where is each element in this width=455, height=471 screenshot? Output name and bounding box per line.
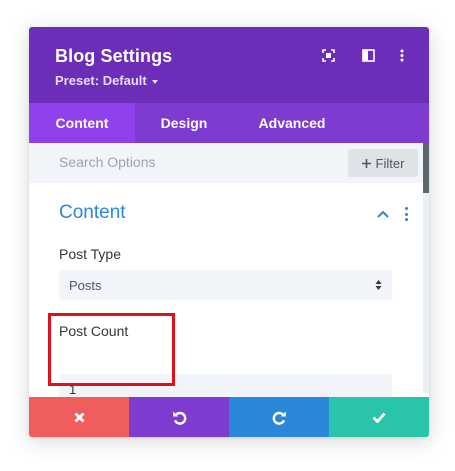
scrollbar[interactable] <box>423 143 429 393</box>
scrollbar-thumb[interactable] <box>423 143 429 193</box>
modal-title: Blog Settings <box>55 46 173 66</box>
select-arrows-icon <box>375 280 382 290</box>
action-footer <box>29 397 429 437</box>
search-input[interactable]: Search Options <box>59 154 156 170</box>
tab-content[interactable]: Content <box>29 103 135 143</box>
split-view-icon[interactable] <box>360 47 376 63</box>
post-type-label: Post Type <box>59 246 122 262</box>
chevron-up-icon[interactable] <box>376 207 390 221</box>
redo-icon <box>272 411 286 425</box>
search-bar: Search Options Filter <box>29 143 423 183</box>
check-icon <box>372 412 386 423</box>
caret-down-icon <box>151 79 158 84</box>
post-type-value: Posts <box>69 277 102 293</box>
fullscreen-icon[interactable] <box>320 47 336 63</box>
undo-button[interactable] <box>129 397 229 437</box>
preset-selector[interactable]: Preset: Default <box>55 73 158 88</box>
close-icon <box>73 411 85 423</box>
more-options-icon[interactable] <box>394 47 410 63</box>
post-type-select[interactable]: Posts <box>59 270 392 300</box>
tab-bar: Content Design Advanced <box>29 103 429 143</box>
tab-design[interactable]: Design <box>135 103 233 143</box>
section-title: Content <box>59 202 126 223</box>
modal-header: Blog Settings Preset: Default <box>29 27 429 103</box>
plus-icon <box>361 158 371 168</box>
redo-button[interactable] <box>229 397 329 437</box>
post-count-highlight <box>48 313 175 386</box>
preset-label: Preset: Default <box>55 73 147 88</box>
filter-button[interactable]: Filter <box>348 149 418 177</box>
undo-icon <box>172 411 186 425</box>
section-more-icon[interactable] <box>401 207 411 221</box>
filter-label: Filter <box>375 155 405 171</box>
save-button[interactable] <box>329 397 429 437</box>
discard-button[interactable] <box>29 397 129 437</box>
tab-advanced[interactable]: Advanced <box>233 103 351 143</box>
